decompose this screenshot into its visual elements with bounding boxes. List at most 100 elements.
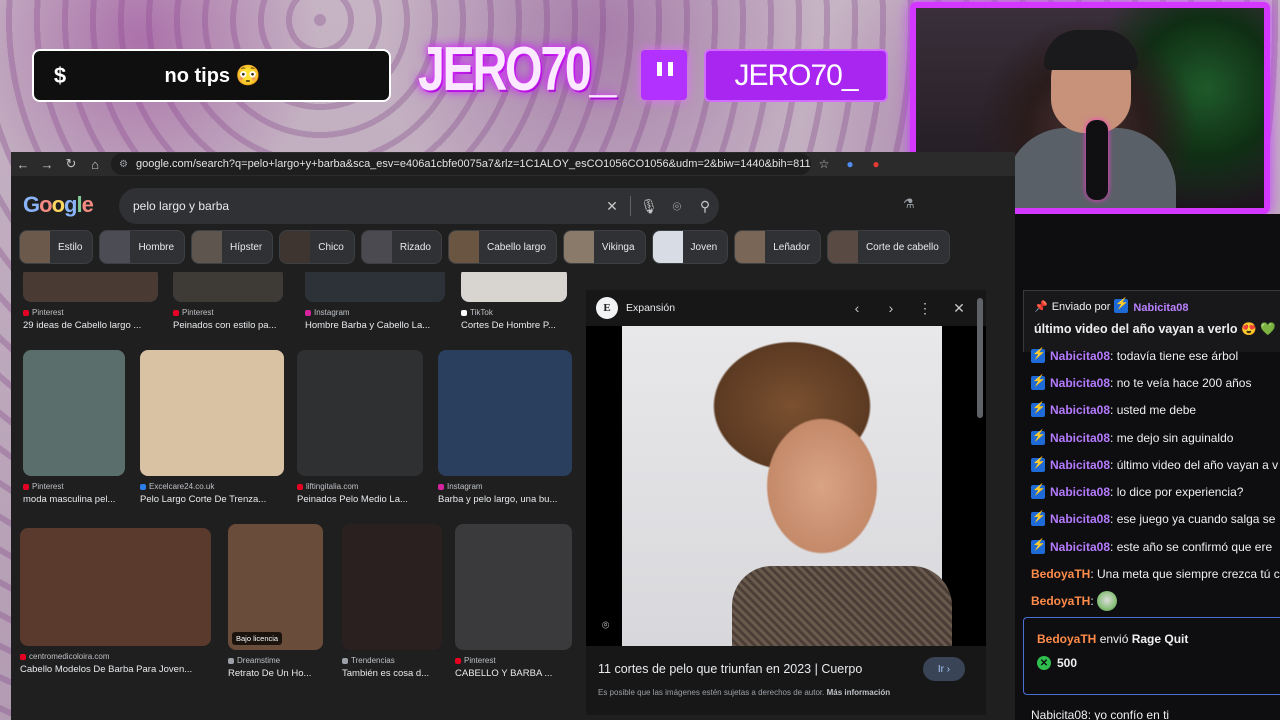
- result-thumbnail[interactable]: [297, 350, 423, 476]
- result-title[interactable]: También es cosa d...: [342, 668, 442, 679]
- chip-chico[interactable]: Chico: [279, 230, 355, 264]
- chip-thumbnail: [448, 231, 479, 263]
- microphone-search-icon[interactable]: 🎙: [635, 198, 663, 215]
- image-result[interactable]: Pinterest 29 ideas de Cabello largo ...: [23, 272, 158, 331]
- chat-username[interactable]: Nabicita08: [1050, 376, 1110, 390]
- chip-lenador[interactable]: Leñador: [734, 230, 821, 264]
- chip-hipster[interactable]: Hípster: [191, 230, 274, 264]
- source-logo[interactable]: E: [596, 297, 618, 319]
- image-result[interactable]: Excelcare24.co.uk Pelo Largo Corte De Tr…: [140, 350, 284, 505]
- site-info-icon[interactable]: ⚙: [119, 159, 128, 170]
- result-title[interactable]: Barba y pelo largo, una bu...: [438, 494, 572, 505]
- result-title[interactable]: Peinados Pelo Medio La...: [297, 494, 423, 505]
- result-title[interactable]: moda masculina pel...: [23, 494, 125, 505]
- sub-badge-icon: [1031, 374, 1046, 390]
- result-title[interactable]: CABELLO Y BARBA ...: [455, 668, 572, 679]
- sub-badge-icon: [1031, 347, 1046, 363]
- chip-joven[interactable]: Joven: [651, 230, 729, 264]
- lens-icon[interactable]: ⌾: [602, 618, 609, 633]
- chat-username[interactable]: Nabicita08: [1050, 349, 1110, 363]
- chat-username[interactable]: BedoyaTH: [1031, 594, 1090, 608]
- sub-badge-icon: [1031, 429, 1046, 445]
- result-title[interactable]: Peinados con estilo pa...: [173, 320, 283, 331]
- result-title[interactable]: Pelo Largo Corte De Trenza...: [140, 494, 284, 505]
- chat-username[interactable]: Nabicita08: [1050, 485, 1110, 499]
- result-thumbnail[interactable]: [438, 350, 572, 476]
- chevron-left-icon[interactable]: ‹: [840, 300, 874, 316]
- chip-estilo[interactable]: Estilo: [19, 230, 94, 264]
- more-info-link[interactable]: Más información: [827, 688, 891, 697]
- result-thumbnail[interactable]: [140, 350, 284, 476]
- source-name[interactable]: Expansión: [626, 302, 840, 314]
- bookmark-star-icon[interactable]: ☆: [811, 157, 837, 171]
- image-result[interactable]: Pinterest moda masculina pel...: [23, 350, 125, 505]
- extension-blue-icon[interactable]: ●: [837, 157, 863, 171]
- chip-thumbnail: [563, 231, 594, 263]
- result-title[interactable]: Cabello Modelos De Barba Para Joven...: [20, 664, 211, 675]
- chip-cabello-largo[interactable]: Cabello largo: [447, 230, 557, 264]
- chevron-right-icon[interactable]: ›: [874, 300, 908, 316]
- pinned-label: Enviado por: [1051, 300, 1111, 313]
- chat-username[interactable]: Nabicita08: [1050, 512, 1110, 526]
- preview-image-frame: ⌾: [586, 326, 986, 646]
- back-icon[interactable]: ←: [11, 157, 35, 172]
- chip-corte-de-cabello[interactable]: Corte de cabello: [826, 230, 950, 264]
- chip-thumbnail: [827, 231, 858, 263]
- result-thumbnail[interactable]: [342, 524, 442, 650]
- chip-rizado[interactable]: Rizado: [360, 230, 442, 264]
- clear-icon[interactable]: ✕: [598, 198, 626, 215]
- result-thumbnail[interactable]: [461, 272, 567, 302]
- image-result[interactable]: Instagram Barba y pelo largo, una bu...: [438, 350, 572, 505]
- scrollbar[interactable]: [977, 298, 983, 418]
- result-title[interactable]: Hombre Barba y Cabello La...: [305, 320, 445, 331]
- image-result[interactable]: Trendencias También es cosa d...: [342, 524, 442, 679]
- chat-username[interactable]: Nabicita08: [1050, 458, 1110, 472]
- result-title[interactable]: Cortes De Hombre P...: [461, 320, 567, 331]
- chip-hombre[interactable]: Hombre: [99, 230, 186, 264]
- close-icon[interactable]: ✕: [942, 300, 976, 317]
- chat-username[interactable]: Nabicita08: [1050, 403, 1110, 417]
- alert-username[interactable]: BedoyaTH: [1037, 632, 1096, 646]
- chat-messages: Nabicita08: todavía tiene ese árbol Nabi…: [1031, 342, 1280, 615]
- result-thumbnail[interactable]: [23, 272, 158, 302]
- labs-flask-icon[interactable]: ⚗: [903, 196, 915, 212]
- pinned-user[interactable]: Nabicita08: [1133, 302, 1188, 314]
- lens-search-icon[interactable]: ⌾: [663, 198, 691, 215]
- image-result[interactable]: Bajo licencia Dreamstime Retrato De Un H…: [228, 524, 323, 679]
- result-thumbnail[interactable]: [455, 524, 572, 650]
- preview-title[interactable]: 11 cortes de pelo que triunfan en 2023 |…: [598, 662, 918, 676]
- google-logo[interactable]: Google: [23, 192, 94, 218]
- result-thumbnail[interactable]: [305, 272, 445, 302]
- reload-icon[interactable]: ↻: [59, 156, 83, 172]
- dollar-icon: $: [53, 62, 67, 88]
- result-thumbnail[interactable]: [20, 528, 211, 646]
- more-options-icon[interactable]: ⋮: [908, 300, 942, 317]
- forward-icon[interactable]: →: [35, 157, 59, 172]
- chat-username[interactable]: Nabicita08: [1050, 431, 1110, 445]
- result-thumbnail[interactable]: Bajo licencia: [228, 524, 323, 650]
- extension-red-icon[interactable]: ●: [863, 157, 889, 171]
- preview-image[interactable]: [622, 326, 952, 646]
- result-thumbnail[interactable]: [173, 272, 283, 302]
- result-title[interactable]: 29 ideas de Cabello largo ...: [23, 320, 158, 331]
- search-icon[interactable]: ⚲: [691, 198, 719, 215]
- address-bar[interactable]: ⚙ google.com/search?q=pelo+largo+y+barba…: [111, 153, 811, 175]
- image-result[interactable]: TikTok Cortes De Hombre P...: [461, 272, 567, 331]
- visit-button[interactable]: Ir ›: [923, 657, 965, 681]
- image-result[interactable]: Pinterest Peinados con estilo pa...: [173, 272, 283, 331]
- image-result[interactable]: liftingitalia.com Peinados Pelo Medio La…: [297, 350, 423, 505]
- chip-vikinga[interactable]: Vikinga: [562, 230, 646, 264]
- chat-username[interactable]: BedoyaTH: [1031, 567, 1090, 581]
- search-input[interactable]: [119, 199, 598, 213]
- image-result[interactable]: centromedicoloira.com Cabello Modelos De…: [20, 528, 211, 675]
- preview-header: E Expansión ‹ › ⋮ ✕: [596, 296, 976, 320]
- image-result[interactable]: Instagram Hombre Barba y Cabello La...: [305, 272, 445, 331]
- chat-message: Nabicita08: usted me debe: [1031, 397, 1280, 424]
- result-title[interactable]: Retrato De Un Ho...: [228, 668, 323, 679]
- result-thumbnail[interactable]: [23, 350, 125, 476]
- image-result[interactable]: Pinterest CABELLO Y BARBA ...: [455, 524, 572, 679]
- home-icon[interactable]: ⌂: [83, 157, 107, 172]
- chat-username[interactable]: Nabicita08: [1050, 540, 1110, 554]
- sub-badge-icon: [1031, 401, 1046, 418]
- source-favicon-icon: [173, 309, 179, 316]
